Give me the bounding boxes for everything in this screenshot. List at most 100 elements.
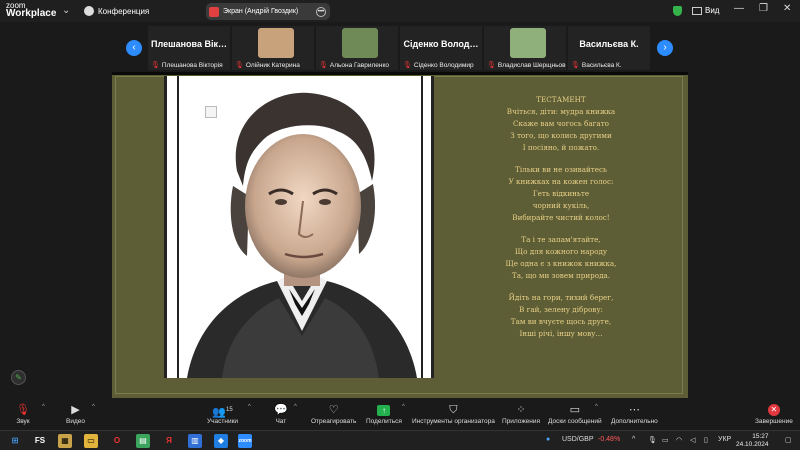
participant-name: Олійник Катерина: [245, 61, 300, 69]
participant-name-label: 🎙 Сіденко Володимир: [403, 61, 474, 70]
muted-mic-icon: 🎙: [16, 404, 30, 416]
participant-display-name: Сіденко Волод…: [403, 39, 479, 49]
audio-button[interactable]: 🎙 Звук: [16, 402, 30, 425]
video-button[interactable]: ▶ Видео: [66, 402, 85, 425]
screen-share-label: Экран (Андрій Гвоздик): [223, 8, 299, 15]
volume-icon[interactable]: ◁: [690, 436, 695, 444]
participant-tile[interactable]: 🎙 Альона Гавриленко: [316, 26, 398, 70]
chart-app-icon[interactable]: ▥: [188, 434, 202, 448]
keyboard-language[interactable]: УКР: [718, 436, 731, 443]
chat-button[interactable]: 💬 Чат: [274, 402, 288, 425]
minimize-button[interactable]: —: [734, 3, 744, 14]
muted-mic-icon: 🎙: [319, 62, 328, 69]
participant-name: Сіденко Володимир: [413, 61, 474, 69]
chevron-down-icon[interactable]: ⌄: [62, 5, 70, 16]
poem-line: І посіяно, й пожато.: [522, 143, 600, 152]
more-options-icon[interactable]: •••: [316, 6, 326, 17]
share-screen-icon: ↑: [377, 404, 391, 416]
yandex-browser-icon[interactable]: Я: [162, 434, 176, 448]
network-icon[interactable]: ▭: [662, 436, 669, 444]
video-options-chevron-icon[interactable]: ^: [92, 404, 95, 410]
participant-name: Альона Гавриленко: [329, 61, 390, 69]
system-clock[interactable]: 15:27 24.10.2024: [736, 433, 769, 449]
wifi-icon[interactable]: ◠: [676, 436, 682, 444]
file-explorer-icon[interactable]: ▭: [84, 434, 98, 448]
participant-name-label: 🎙 Владислав Шерщньов: [487, 61, 566, 70]
participant-tile[interactable]: Васильєва К. 🎙 Васильєва К.: [568, 26, 650, 70]
poem-line: Тільки ви не озивайтесь: [515, 165, 607, 174]
meeting-label: Конференция: [98, 6, 150, 16]
participants-button[interactable]: 👥15 Участники: [207, 402, 238, 425]
calculator-icon[interactable]: ▤: [136, 434, 150, 448]
share-screen-button[interactable]: ↑ Поделиться: [366, 402, 402, 425]
participant-tile[interactable]: 🎙 Владислав Шерщньов: [484, 26, 566, 70]
participants-options-chevron-icon[interactable]: ^: [248, 404, 251, 410]
portrait-image: [164, 76, 434, 378]
chat-options-chevron-icon[interactable]: ^: [294, 404, 297, 410]
whiteboards-button[interactable]: ▭ Доски сообщений: [548, 402, 602, 425]
video-camera-icon: ▶: [71, 404, 80, 416]
poem-line: Ще одна є з книжок книжка,: [505, 259, 617, 268]
share-options-chevron-icon[interactable]: ^: [402, 404, 405, 410]
audio-options-chevron-icon[interactable]: ^: [42, 404, 45, 410]
logo-line2: Workplace: [6, 8, 57, 19]
meeting-toolbar: 🎙 Звук ^ ▶ Видео ^ 👥15 Участники ^ 💬 Чат…: [0, 400, 800, 430]
portrait-drawing: [187, 92, 417, 378]
currency-icon: ●: [546, 436, 551, 443]
currency-pair[interactable]: USD/GBP: [562, 436, 594, 443]
poem-line: Та, що ми зовем природа.: [511, 271, 611, 280]
dropbox-icon[interactable]: ◆: [214, 434, 228, 448]
host-tools-label: Инструменты организатора: [412, 418, 495, 425]
muted-mic-icon: 🎙: [571, 62, 580, 69]
close-button[interactable]: ✕: [783, 3, 791, 14]
participant-tile[interactable]: 🎙 Олійник Катерина: [232, 26, 314, 70]
paw-icon: [84, 6, 94, 16]
poem-line: Вчіться, діти: мудра книжка: [506, 107, 616, 116]
whiteboards-label: Доски сообщений: [548, 418, 602, 425]
next-participants-button[interactable]: ›: [657, 40, 673, 56]
react-button[interactable]: ♡ Отреагировать: [311, 402, 356, 425]
windows-start-icon[interactable]: ⊞: [8, 434, 22, 448]
apps-button[interactable]: ⁘ Приложения: [502, 402, 540, 425]
host-tools-button[interactable]: ⛉ Инструменты организатора: [412, 402, 495, 425]
more-label: Дополнительно: [611, 418, 658, 425]
heart-icon: ♡: [328, 404, 339, 416]
zoom-taskbar-icon[interactable]: zoom: [238, 434, 252, 448]
view-button[interactable]: Вид: [692, 6, 719, 15]
participants-count: 15: [226, 407, 233, 413]
close-icon: ✕: [767, 404, 780, 417]
annotate-pencil-icon[interactable]: ✎: [11, 370, 26, 385]
screen-share-pill[interactable]: Экран (Андрій Гвоздик) •••: [206, 3, 330, 20]
opera-icon[interactable]: O: [110, 434, 124, 448]
muted-mic-icon: 🎙: [151, 62, 160, 69]
poem-line: Йдіть на гори, тихий берег,: [508, 293, 614, 302]
poem-line: Інші річі, іншу мову…: [519, 329, 603, 338]
poem-text: ТЕСТАМЕНТ Вчіться, діти: мудра книжка Ск…: [432, 94, 690, 340]
end-meeting-button[interactable]: ✕ Завершение: [755, 402, 793, 425]
microphone-icon[interactable]: 🎙: [648, 436, 657, 444]
participants-strip: Плешанова Вік… 🎙 Плешанова Вікторія 🎙 Олій…: [148, 26, 650, 72]
participants-label: Участники: [207, 418, 239, 425]
maximize-button[interactable]: ❐: [759, 3, 768, 14]
currency-change: -0.48%: [598, 436, 621, 443]
poem-title: ТЕСТАМЕНТ: [536, 95, 586, 104]
meeting-info-button[interactable]: Конференция: [84, 6, 149, 16]
fs-app-icon[interactable]: FS: [32, 434, 48, 448]
poem-line: У книжках на кожен голос:: [508, 177, 614, 186]
participant-tile[interactable]: Сіденко Волод… 🎙 Сіденко Володимир: [400, 26, 482, 70]
notifications-icon[interactable]: ▢: [785, 436, 792, 444]
shared-screen-top-bar: [112, 72, 688, 75]
tray-chevron-icon[interactable]: ^: [632, 436, 635, 443]
audio-label: Звук: [16, 418, 30, 425]
app-icon[interactable]: ▦: [58, 434, 72, 448]
whiteboards-options-chevron-icon[interactable]: ^: [595, 404, 598, 410]
battery-icon[interactable]: ▯: [704, 436, 708, 444]
share-label: Поделиться: [366, 418, 402, 425]
participant-video: [510, 28, 546, 58]
security-shield-icon[interactable]: [673, 6, 682, 16]
participant-tile[interactable]: Плешанова Вік… 🎙 Плешанова Вікторія: [148, 26, 230, 70]
muted-mic-icon: 🎙: [403, 62, 412, 69]
more-button[interactable]: ⋯ Дополнительно: [611, 402, 658, 425]
poem-line: Що для кожного народу: [514, 247, 608, 256]
previous-participants-button[interactable]: ‹: [126, 40, 142, 56]
